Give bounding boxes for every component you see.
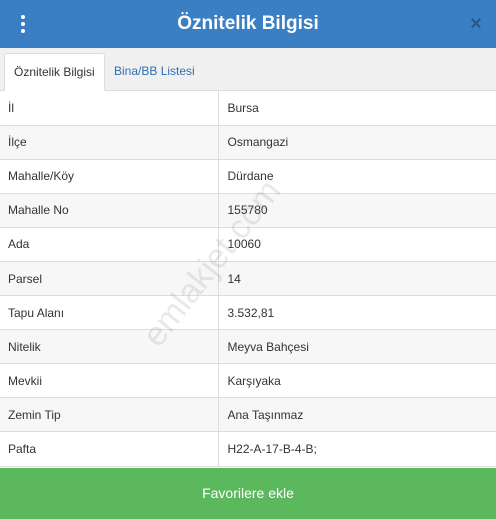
attribute-value: H22-A-17-B-4-B;	[218, 431, 496, 467]
attribute-value: Ana Taşınmaz	[218, 397, 496, 433]
attribute-value: Karşıyaka	[218, 363, 496, 399]
table-row: Ada 10060	[0, 227, 496, 262]
attribute-key: Pafta	[0, 431, 219, 467]
attribute-key: Zemin Tip	[0, 397, 219, 433]
attribute-value: Bursa	[218, 91, 496, 126]
attribute-key: Mevkii	[0, 363, 219, 399]
table-row: Mahalle No 155780	[0, 193, 496, 228]
attribute-value: 3.532,81	[218, 295, 496, 331]
table-row: Tapu Alanı 3.532,81	[0, 295, 496, 331]
attribute-value: Meyva Bahçesi	[218, 329, 496, 365]
attribute-key: Mahalle No	[0, 193, 219, 228]
attribute-key: Mahalle/Köy	[0, 159, 219, 194]
table-row: Nitelik Meyva Bahçesi	[0, 329, 496, 365]
table-row: Mahalle/Köy Dürdane	[0, 159, 496, 194]
add-favorites-button[interactable]: Favorilere ekle	[0, 468, 496, 519]
attribute-value: 155780	[218, 193, 496, 228]
attribute-key: İlçe	[0, 125, 219, 160]
tab-bar: Öznitelik Bilgisi Bina/BB Listesi	[0, 48, 496, 91]
attribute-value: 10060	[218, 227, 496, 262]
page-title: Öznitelik Bilgisi	[177, 13, 319, 34]
table-row: Pafta H22-A-17-B-4-B;	[0, 431, 496, 467]
attribute-value: Osmangazi	[218, 125, 496, 160]
tab-attribute-info[interactable]: Öznitelik Bilgisi	[4, 53, 105, 91]
attribute-key: Tapu Alanı	[0, 295, 219, 331]
table-row: İl Bursa	[0, 91, 496, 126]
table-row: Zemin Tip Ana Taşınmaz	[0, 397, 496, 433]
tab-building-list[interactable]: Bina/BB Listesi	[105, 53, 204, 91]
header-bar: Öznitelik Bilgisi ×	[0, 0, 496, 48]
attribute-key: İl	[0, 91, 219, 126]
table-row: Parsel 14	[0, 261, 496, 297]
attribute-key: Parsel	[0, 261, 219, 297]
attribute-value: Dürdane	[218, 159, 496, 194]
close-icon[interactable]: ×	[466, 13, 486, 35]
attribute-value: 14	[218, 261, 496, 297]
attribute-key: Ada	[0, 227, 219, 262]
attribute-key: Nitelik	[0, 329, 219, 365]
table-row: Mevkii Karşıyaka	[0, 363, 496, 399]
table-row: İlçe Osmangazi	[0, 125, 496, 160]
attribute-table: İl Bursa İlçe Osmangazi Mahalle/Köy Dürd…	[0, 91, 496, 467]
